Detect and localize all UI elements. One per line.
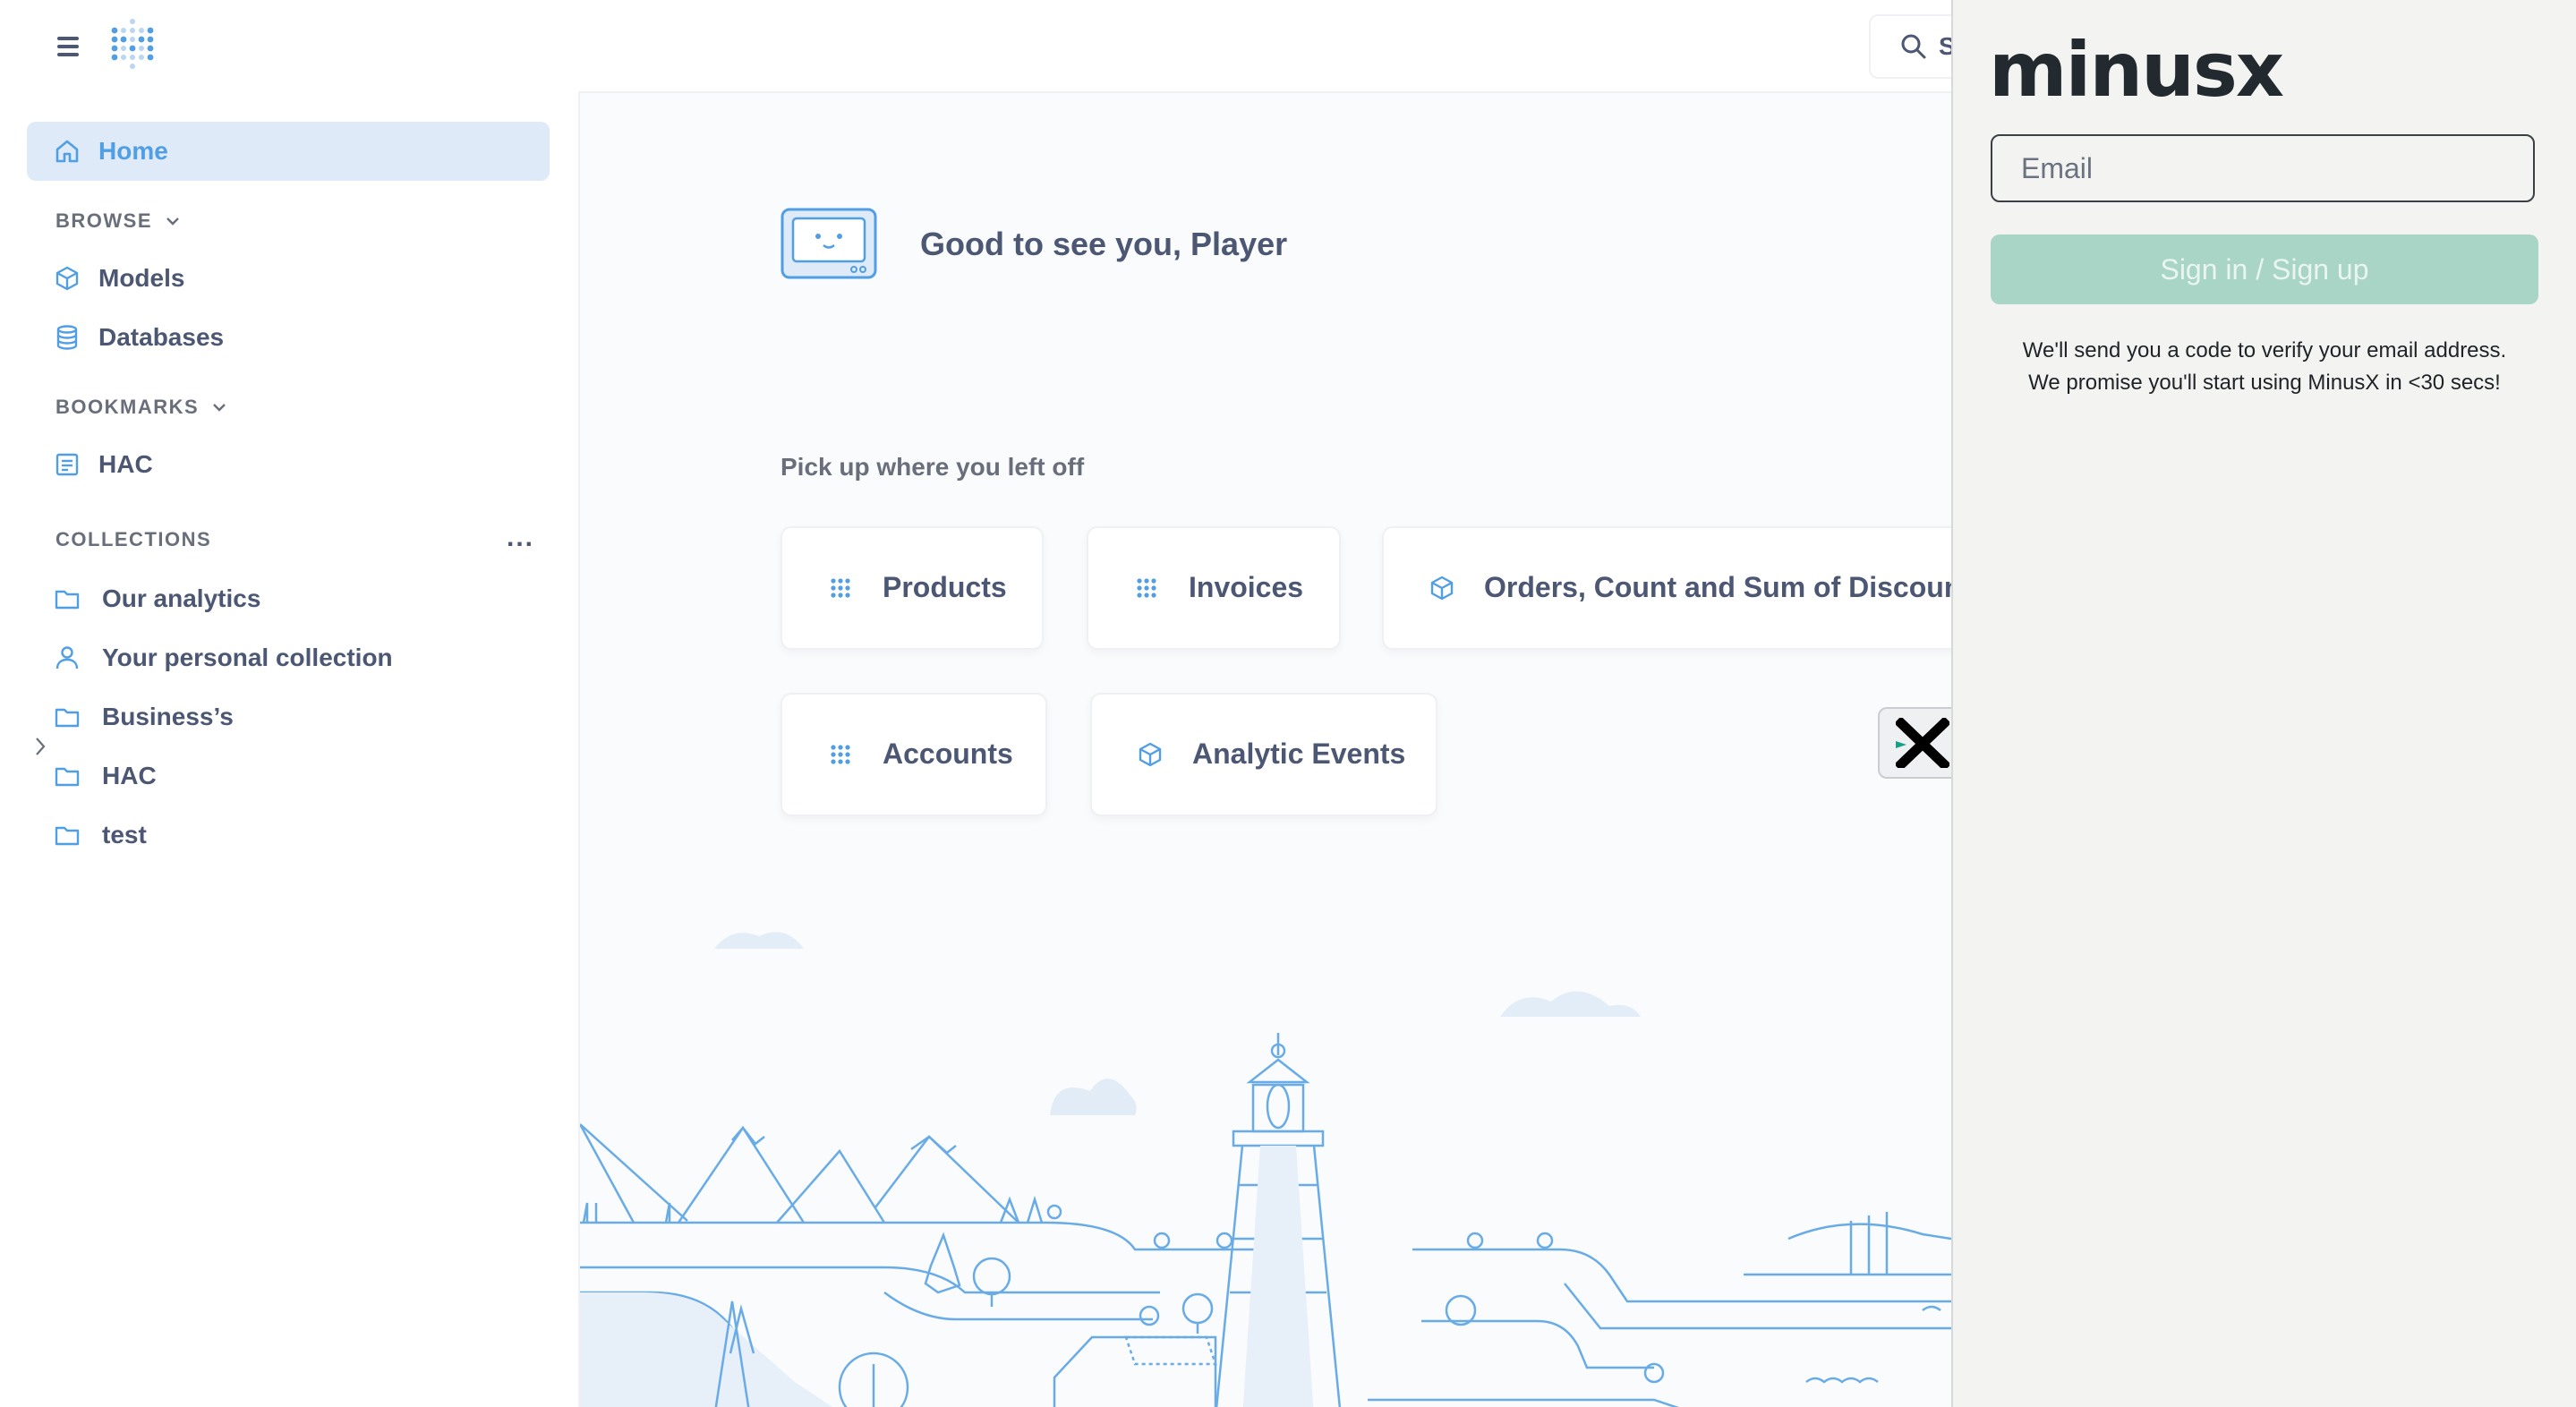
sidebar-item-home[interactable]: Home [27, 122, 550, 181]
collections-heading: COLLECTIONS [55, 528, 212, 550]
sidebar-item-models[interactable]: Models [27, 249, 550, 308]
person-icon [55, 646, 79, 669]
chevron-down-icon [213, 404, 226, 412]
grid-icon [831, 745, 850, 764]
recent-card-accounts[interactable]: Accounts [780, 693, 1047, 816]
chevron-down-icon [166, 217, 179, 226]
metabase-logo[interactable] [107, 18, 158, 72]
home-icon [55, 140, 79, 163]
folder-icon [55, 826, 80, 846]
card-title: Orders, Count and Sum of Discount, C [1484, 571, 1951, 603]
sidebar-item-bookmark-hac[interactable]: HAC [27, 435, 550, 494]
sign-in-button[interactable]: Sign in / Sign up [1991, 234, 2538, 304]
card-title: Analytic Events [1192, 738, 1406, 770]
sidebar-item-databases[interactable]: Databases [27, 308, 550, 367]
grid-icon [1137, 578, 1156, 598]
pickup-heading: Pick up where you left off [780, 453, 1085, 481]
sidebar-item-hac[interactable]: HAC [27, 746, 550, 806]
sidebar-item-our-analytics[interactable]: Our analytics [27, 569, 550, 628]
browse-heading[interactable]: BROWSE [55, 209, 181, 233]
sidebar-item-label: HAC [98, 450, 153, 478]
card-title: Invoices [1189, 571, 1304, 603]
recent-card-products[interactable]: Products [780, 526, 1044, 650]
signin-note: We'll send you a code to verify your ema… [2022, 338, 2507, 395]
sidebar-item-label: test [102, 821, 147, 848]
dashboard-icon [55, 453, 79, 476]
model-cube-icon [1430, 576, 1454, 601]
main-content: Good to see you, Player Pick up where yo… [580, 93, 1951, 1407]
recent-card-invoices[interactable]: Invoices [1087, 526, 1341, 650]
sidebar-item-label: Business’s [102, 703, 234, 730]
search-icon [1901, 34, 1926, 59]
database-icon [56, 325, 78, 350]
grid-icon [831, 578, 850, 598]
top-bar: S [0, 0, 1998, 93]
sidebar-item-label: Your personal collection [102, 644, 393, 671]
sidebar-item-label: Databases [98, 323, 225, 351]
sidebar-item-businesss[interactable]: Business’s [27, 687, 550, 746]
sidebar: Home BROWSE Models Databases BOOKMARKS H… [0, 91, 580, 1407]
sidebar-item-personal-collection[interactable]: Your personal collection [27, 628, 550, 687]
lighthouse-illustration [580, 932, 1951, 1407]
recent-card-orders[interactable]: Orders, Count and Sum of Discount, C [1382, 526, 1951, 650]
model-cube-icon [1139, 742, 1162, 767]
sidebar-item-label: Our analytics [102, 584, 261, 612]
folder-icon [55, 590, 80, 610]
minusx-toggle-button[interactable] [1878, 707, 1951, 779]
email-field[interactable] [1991, 134, 2535, 202]
model-cube-icon [55, 266, 79, 291]
collections-more-button[interactable]: ... [507, 523, 534, 553]
sidebar-item-label: Models [98, 264, 185, 292]
minusx-panel: minusx Sign in / Sign up We'll send you … [1951, 0, 2576, 1407]
sidebar-item-test[interactable]: test [27, 806, 550, 865]
menu-icon[interactable] [52, 32, 84, 59]
sidebar-item-label: Home [98, 137, 168, 165]
minusx-x-icon [1896, 718, 1949, 768]
minusx-logo: minusx [1989, 26, 2284, 114]
metabot-icon [780, 208, 877, 279]
folder-icon [55, 708, 80, 728]
bookmarks-heading[interactable]: BOOKMARKS [55, 396, 227, 419]
recent-card-analytic-events[interactable]: Analytic Events [1090, 693, 1437, 816]
greeting-text: Good to see you, Player [920, 226, 1288, 262]
card-title: Accounts [883, 738, 1013, 770]
folder-icon [55, 767, 80, 787]
sidebar-item-label: HAC [102, 762, 157, 789]
card-title: Products [883, 571, 1007, 603]
